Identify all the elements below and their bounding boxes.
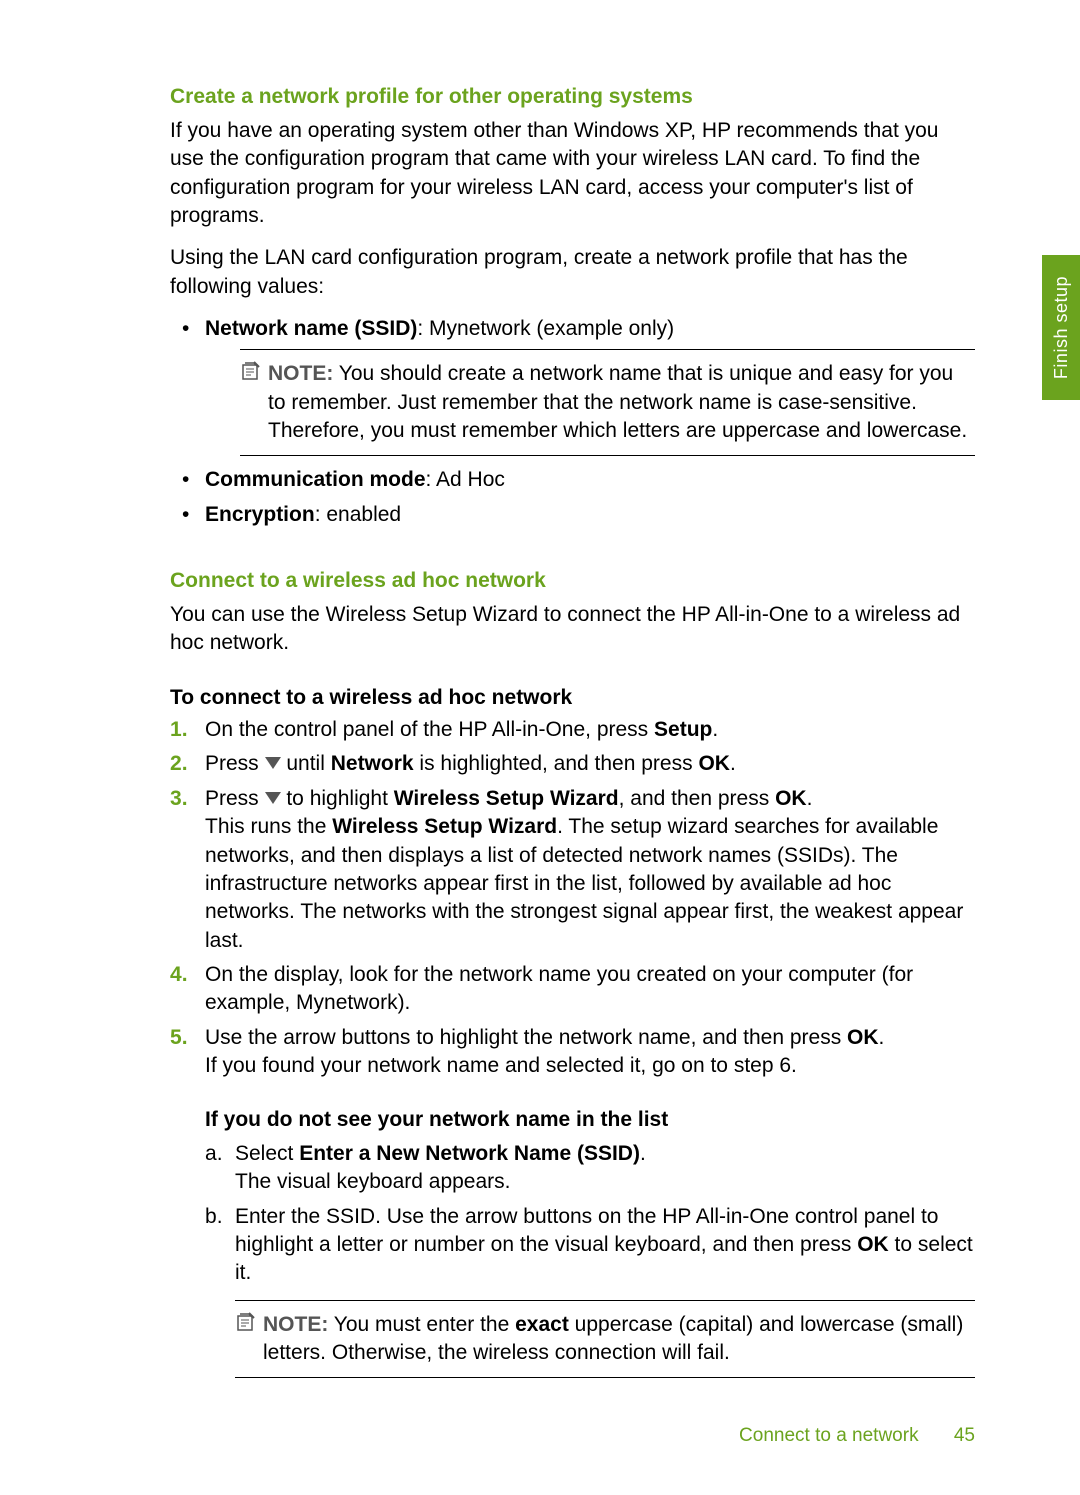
step-item-5: Use the arrow buttons to highlight the n…: [170, 1024, 975, 1378]
page-content: Create a network profile for other opera…: [0, 0, 1080, 1444]
bullet-item: Network name (SSID): Mynetwork (example …: [170, 315, 975, 456]
note-icon: [240, 360, 262, 390]
note-box-2: NOTE: You must enter the exact uppercase…: [235, 1300, 975, 1379]
section2-para1: You can use the Wireless Setup Wizard to…: [170, 601, 975, 658]
section1-para2: Using the LAN card configuration program…: [170, 244, 975, 301]
footer-section: Connect to a network: [739, 1425, 919, 1446]
down-arrow-icon: [265, 785, 281, 813]
section2-subheading: To connect to a wireless ad hoc network: [170, 686, 975, 710]
nested-heading: If you do not see your network name in t…: [205, 1106, 975, 1134]
note2-label: NOTE:: [263, 1313, 328, 1336]
page-footer: Connect to a network 45: [739, 1425, 975, 1447]
bullet3-label: Encryption: [205, 503, 315, 526]
bullet2-value: : Ad Hoc: [426, 468, 505, 491]
step-item-2: Press until Network is highlighted, and …: [170, 750, 975, 779]
step-item-1: On the control panel of the HP All-in-On…: [170, 716, 975, 744]
numbered-list: On the control panel of the HP All-in-On…: [170, 716, 975, 1378]
down-arrow-icon: [265, 750, 281, 778]
step-item-3: Press to highlight Wireless Setup Wizard…: [170, 785, 975, 955]
footer-page-number: 45: [954, 1425, 975, 1446]
alpha-list: Select Enter a New Network Name (SSID). …: [205, 1140, 975, 1378]
bullet1-value: : Mynetwork (example only): [417, 317, 674, 340]
bullet-item: Encryption: enabled: [170, 501, 975, 529]
section1-heading: Create a network profile for other opera…: [170, 85, 975, 109]
section1-para1: If you have an operating system other th…: [170, 117, 975, 230]
note-box-1: NOTE: You should create a network name t…: [240, 349, 975, 456]
step-a: Select Enter a New Network Name (SSID). …: [205, 1140, 975, 1197]
step-item-4: On the display, look for the network nam…: [170, 961, 975, 1018]
note1-text: You should create a network name that is…: [268, 362, 967, 442]
bullet2-label: Communication mode: [205, 468, 426, 491]
note1-label: NOTE:: [268, 362, 333, 385]
note-icon: [235, 1311, 257, 1341]
bullet-item: Communication mode: Ad Hoc: [170, 466, 975, 494]
bullet3-value: : enabled: [315, 503, 401, 526]
step-b: Enter the SSID. Use the arrow buttons on…: [205, 1203, 975, 1379]
bullet1-label: Network name (SSID): [205, 317, 417, 340]
section2-heading: Connect to a wireless ad hoc network: [170, 569, 975, 593]
section1-bullet-list: Network name (SSID): Mynetwork (example …: [170, 315, 975, 529]
